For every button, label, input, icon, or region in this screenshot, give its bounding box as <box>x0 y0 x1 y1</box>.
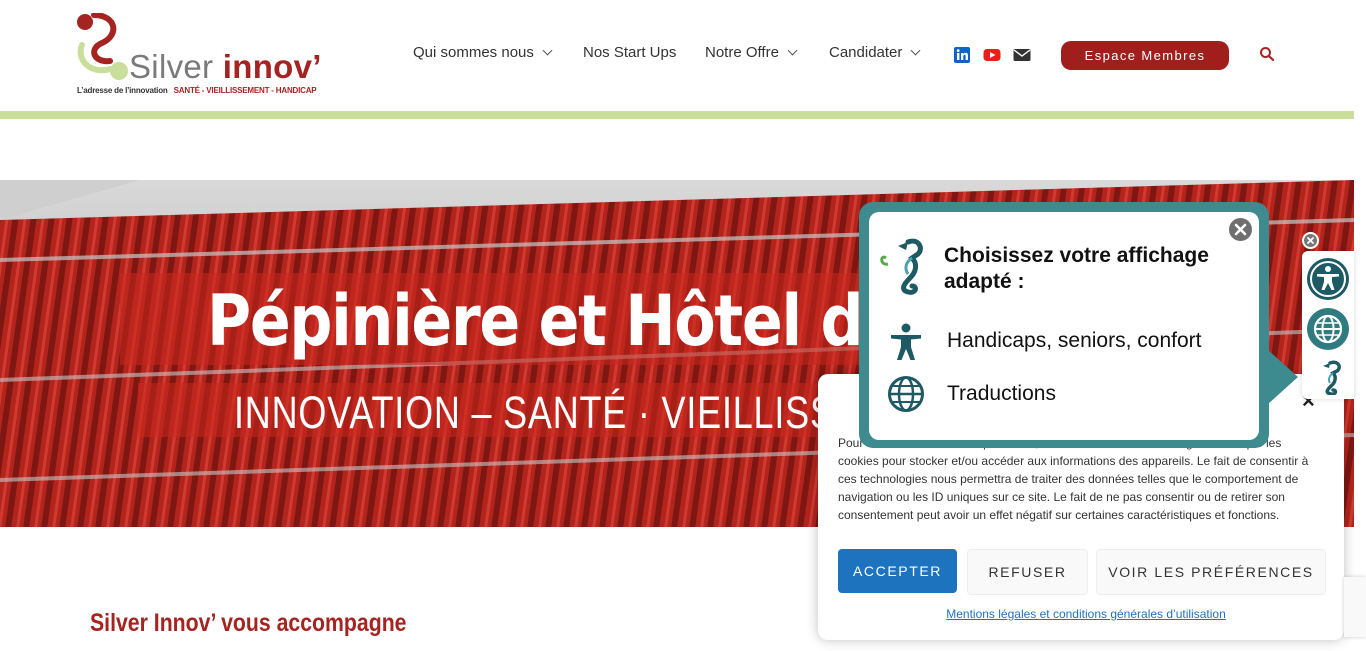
accessibility-close-button[interactable] <box>1227 216 1254 243</box>
header-divider <box>0 111 1354 119</box>
mail-icon[interactable] <box>1013 46 1031 64</box>
nav-item-qui-sommes-nous[interactable]: Qui sommes nous <box>413 44 553 66</box>
accessibility-option-handicaps[interactable]: Handicaps, seniors, confort <box>947 329 1201 353</box>
logo-text: Silver innov’ <box>129 48 322 85</box>
section-title: Silver Innov’ vous accompagne <box>90 609 407 637</box>
chevron-down-icon <box>787 45 798 56</box>
accessibility-option-traductions[interactable]: Traductions <box>947 382 1056 406</box>
site-header: Silver innov’ L’adresse de l’innovation … <box>0 0 1354 111</box>
close-icon <box>1234 223 1247 236</box>
nav-item-notre-offre[interactable]: Notre Offre <box>705 44 798 66</box>
translate-globe-icon[interactable] <box>1306 307 1350 351</box>
preferences-button[interactable]: VOIR LES PRÉFÉRENCES <box>1096 549 1326 595</box>
hero-subtitle: INNOVATION – SANTÉ · VIEILLISSE <box>234 387 860 438</box>
side-widget-close-button[interactable] <box>1302 232 1319 249</box>
globe-icon[interactable] <box>887 375 925 413</box>
close-icon <box>1307 237 1314 244</box>
linkedin-icon[interactable] <box>953 46 971 64</box>
recaptcha-badge[interactable] <box>1344 577 1366 637</box>
chevron-down-icon <box>910 45 921 56</box>
hero-title: Pépinière et Hôtel d’En <box>207 280 967 362</box>
accessibility-side-widget <box>1302 251 1354 399</box>
logo-tagline: L’adresse de l’innovation SANTÉ - VIEILL… <box>77 86 317 95</box>
refuse-button[interactable]: REFUSER <box>967 549 1088 595</box>
accessibility-icon[interactable] <box>1306 257 1350 301</box>
chevron-down-icon <box>542 45 553 56</box>
nav-item-nos-start-ups[interactable]: Nos Start Ups <box>583 44 676 66</box>
members-area-button[interactable]: Espace Membres <box>1061 41 1229 70</box>
seahorse-logo-icon[interactable] <box>1312 359 1344 395</box>
person-icon[interactable] <box>889 323 923 361</box>
nav-item-candidater[interactable]: Candidater <box>829 44 921 66</box>
logo[interactable]: Silver innov’ L’adresse de l’innovation … <box>76 13 321 97</box>
search-icon[interactable] <box>1259 46 1275 62</box>
accessibility-popup-pointer <box>1268 350 1298 404</box>
seahorse-icon <box>880 238 923 295</box>
accessibility-title: Choisissez votre affichage adapté : <box>944 244 1209 293</box>
legal-link[interactable]: Mentions légales et conditions générales… <box>818 607 1354 621</box>
youtube-icon[interactable] <box>983 46 1001 64</box>
logo-mark-icon <box>77 13 128 80</box>
accept-button[interactable]: ACCEPTER <box>838 549 957 593</box>
